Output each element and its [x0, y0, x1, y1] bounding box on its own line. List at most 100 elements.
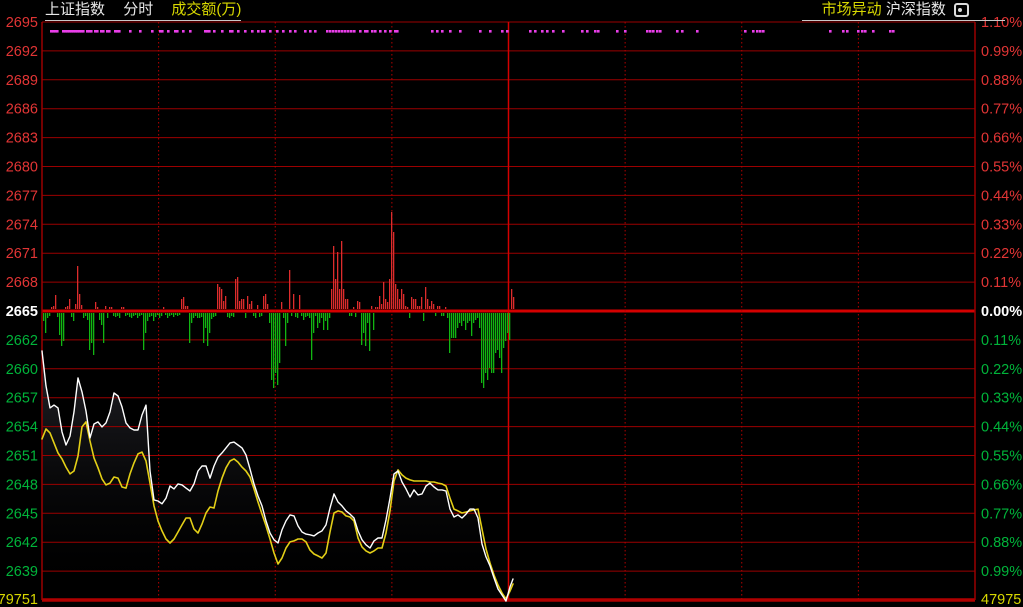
volume-bar-up: [419, 306, 420, 309]
market-anomaly-dot: [371, 30, 374, 33]
volume-bar-down: [193, 313, 194, 318]
market-anomaly-dot: [161, 30, 164, 33]
volume-bar-up: [375, 307, 376, 309]
view-mode-label[interactable]: 分时: [123, 1, 153, 18]
volume-bar-down: [355, 313, 356, 317]
index-name-label[interactable]: 上证指数: [45, 1, 105, 18]
intraday-chart-screen: 26951.10%26920.99%26890.88%26860.77%2683…: [0, 0, 1023, 607]
market-anomaly-dot: [326, 30, 329, 33]
volume-bar-down: [303, 313, 304, 320]
right-axis-label: 0.88%: [981, 535, 1022, 551]
panel-toggle-icon[interactable]: [954, 3, 969, 17]
market-anomaly-dot: [329, 30, 332, 33]
intraday-chart-canvas[interactable]: 26951.10%26920.99%26890.88%26860.77%2683…: [0, 0, 1023, 607]
volume-bar-up: [339, 289, 340, 309]
market-anomaly-dot: [752, 30, 755, 33]
market-anomaly-dot: [176, 30, 179, 33]
volume-bar-down: [297, 313, 298, 318]
volume-bar-down: [157, 313, 158, 315]
volume-bar-up: [247, 296, 248, 309]
volume-bar-down: [151, 313, 152, 316]
volume-bar-down: [317, 313, 318, 328]
volume-bar-down: [153, 313, 154, 321]
volume-bar-up: [383, 282, 384, 309]
volume-bar-up: [185, 306, 186, 309]
volume-bar-down: [455, 313, 456, 338]
right-axis-label: 0.11%: [981, 333, 1021, 349]
volume-bar-down: [147, 313, 148, 321]
volume-bar-down: [459, 313, 460, 323]
chart-title-group: 上证指数 分时 成交额(万): [45, 0, 241, 21]
right-axis-label: 0.99%: [981, 44, 1022, 60]
market-anomaly-dot: [350, 30, 353, 33]
volume-bar-up: [293, 294, 294, 309]
volume-bar-down: [475, 313, 476, 320]
volume-bar-up: [359, 302, 360, 309]
volume-bar-down: [83, 313, 84, 318]
volume-bar-up: [439, 306, 440, 309]
volume-bar-up: [75, 304, 76, 309]
market-anomaly-dot: [624, 30, 627, 33]
market-anomaly-dot: [441, 30, 444, 33]
market-anomaly-dot: [396, 30, 399, 33]
market-anomaly-dot: [251, 30, 254, 33]
volume-bar-down: [319, 313, 320, 323]
volume-bar-down: [155, 313, 156, 317]
market-anomaly-dot: [56, 30, 59, 33]
market-anomaly-dot: [294, 30, 297, 33]
volume-bar-down: [453, 313, 454, 338]
volume-bar-up: [53, 306, 54, 309]
volume-bar-down: [207, 313, 208, 346]
volume-bar-down: [491, 313, 492, 373]
volume-bar-down: [275, 313, 276, 373]
market-anomaly-dot: [341, 30, 344, 33]
left-axis-label: 2642: [6, 535, 38, 551]
volume-bar-up: [111, 307, 112, 309]
market-anomaly-dot: [374, 30, 377, 33]
volume-bar-down: [137, 313, 138, 318]
left-axis-label: 2668: [6, 275, 38, 291]
volume-bar-down: [171, 313, 172, 315]
right-axis-label: 0.33%: [981, 391, 1022, 407]
left-axis-label: 2645: [6, 506, 38, 522]
right-axis-label: 0.22%: [981, 362, 1022, 378]
volume-bar-down: [287, 313, 288, 323]
left-axis-label: 2651: [6, 449, 38, 465]
volume-bar-down: [493, 313, 494, 373]
volume-bar-up: [397, 289, 398, 309]
market-anomaly-dot: [90, 30, 93, 33]
volume-bar-down: [203, 313, 204, 343]
volume-bar-up: [69, 299, 70, 309]
left-axis-label: 2654: [6, 420, 38, 436]
volume-bar-down: [211, 313, 212, 319]
volume-bar-down: [101, 313, 102, 325]
market-anomaly-dot: [366, 30, 369, 33]
volume-bar-down: [471, 313, 472, 336]
volume-bar-up: [265, 294, 266, 309]
market-anomaly-dot: [304, 30, 307, 33]
volume-bar-up: [55, 295, 56, 309]
volume-bar-down: [127, 313, 128, 315]
volume-bar-down: [87, 313, 88, 320]
market-alert-link[interactable]: 市场异动: [822, 1, 882, 18]
volume-bar-up: [289, 270, 290, 309]
hs-indices-link[interactable]: 沪深指数: [886, 1, 946, 18]
volume-bar-down: [487, 313, 488, 380]
right-axis-label: 47975: [981, 592, 1021, 607]
left-axis-label: 2665: [6, 304, 38, 320]
volume-bar-up: [77, 266, 78, 309]
volume-bar-down: [113, 313, 114, 316]
volume-bar-down: [149, 313, 150, 317]
left-axis-label: 2689: [6, 73, 38, 89]
header-right-group: 市场异动 沪深指数: [802, 0, 1005, 21]
volume-bar-down: [283, 313, 284, 318]
left-axis-label: 2660: [6, 362, 38, 378]
turnover-axis-label: 成交额(万): [171, 1, 241, 18]
volume-bar-down: [261, 313, 262, 316]
volume-bar-up: [401, 289, 402, 309]
volume-bar-down: [215, 313, 216, 316]
volume-bar-up: [95, 302, 96, 309]
volume-bar-down: [307, 313, 308, 316]
volume-bar-down: [295, 313, 296, 317]
volume-bar-down: [329, 313, 330, 318]
